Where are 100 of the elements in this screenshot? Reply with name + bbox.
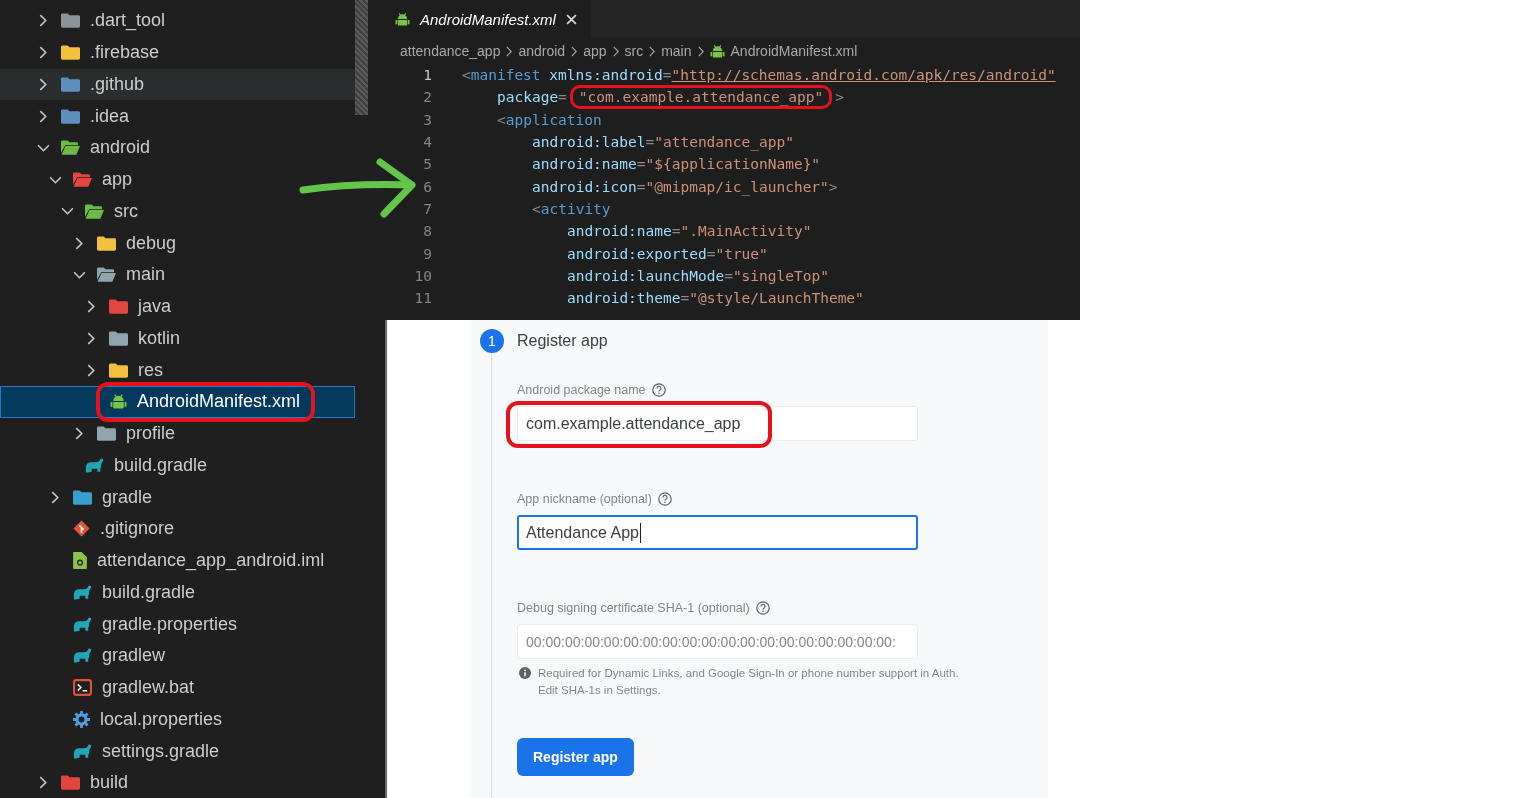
chevron-down-icon[interactable] <box>60 207 74 216</box>
line-number: 6 <box>422 178 432 195</box>
tree-item[interactable]: .github <box>0 68 355 101</box>
line-number: 11 <box>413 290 432 307</box>
tree-item[interactable]: java <box>0 290 355 323</box>
elephant-icon <box>85 457 104 473</box>
line-number: 7 <box>422 200 432 217</box>
code-text: android:name="${applicationName}" <box>532 156 821 173</box>
chevron-right-icon <box>612 45 619 57</box>
chevron-right-icon[interactable] <box>39 46 47 60</box>
tree-item[interactable]: src <box>0 195 355 228</box>
code-text: android:launchMode="singleTop" <box>567 267 829 284</box>
chevron-right-icon <box>697 45 704 57</box>
chevron-right-icon[interactable] <box>39 77 47 91</box>
tree-item[interactable]: .firebase <box>0 36 355 69</box>
elephant-icon <box>73 743 92 759</box>
chevron-right-icon[interactable] <box>75 236 83 250</box>
tree-item[interactable]: gradle.properties <box>0 608 355 640</box>
breadcrumb-item[interactable]: app <box>583 43 607 59</box>
register-app-button[interactable]: Register app <box>517 738 634 776</box>
tree-item[interactable]: .gitignore <box>0 513 355 545</box>
chevron-right-icon <box>506 45 513 57</box>
breadcrumb-item[interactable]: src <box>624 43 644 59</box>
help-icon[interactable] <box>651 382 666 397</box>
field-label: Android package name <box>517 382 646 397</box>
tree-item[interactable]: build.gradle <box>0 576 355 609</box>
field-label: Debug signing certificate SHA-1 (optional) <box>517 600 750 615</box>
hint-text: Edit SHA-1s in Settings. <box>538 683 662 698</box>
help-icon[interactable] <box>755 600 770 615</box>
step-title: Register app <box>517 332 608 350</box>
gear-icon <box>73 710 90 728</box>
line-number: 2 <box>422 89 432 106</box>
chevron-right-icon[interactable] <box>39 14 47 28</box>
tree-item[interactable]: build.gradle <box>0 449 355 482</box>
hint-text: Required for Dynamic Links, and Google Sign-In or phone number support in Auth. <box>538 666 959 681</box>
code-text: > <box>835 89 844 106</box>
android-icon <box>395 11 410 27</box>
tree-item[interactable]: profile <box>0 417 355 450</box>
chevron-down-icon[interactable] <box>72 270 86 279</box>
breadcrumb-item[interactable]: AndroidManifest.xml <box>709 43 858 59</box>
line-number: 10 <box>413 267 432 284</box>
code-text: <application <box>497 111 602 128</box>
chevron-right-icon[interactable] <box>39 109 47 123</box>
text-cursor-icon <box>640 522 641 543</box>
tree-item[interactable]: kotlin <box>0 322 355 355</box>
tree-item[interactable]: .idea <box>0 100 355 132</box>
line-number: 3 <box>422 111 432 128</box>
scrollbar-thumb[interactable] <box>355 0 368 115</box>
code-text: android:label="attendance_app" <box>532 134 794 151</box>
tree-item[interactable]: gradlew.bat <box>0 671 355 704</box>
chevron-right-icon[interactable] <box>39 776 47 790</box>
code-text: <activity <box>532 200 611 217</box>
document-icon <box>73 552 87 570</box>
chevron-right-icon[interactable] <box>51 490 59 504</box>
line-number: 4 <box>422 134 432 151</box>
tree-item[interactable]: android <box>0 132 355 164</box>
android-icon <box>709 43 725 59</box>
text-input-field[interactable]: Attendance App <box>517 515 918 550</box>
breadcrumb-item[interactable]: android <box>518 43 566 59</box>
tree-item[interactable]: build <box>0 767 355 798</box>
circled-code-text: "com.example.attendance_app" <box>569 85 833 110</box>
chevron-right-icon[interactable] <box>87 363 95 377</box>
chevron-right-icon[interactable] <box>87 331 95 345</box>
elephant-icon <box>73 584 92 600</box>
tree-item[interactable]: settings.gradle <box>0 735 355 767</box>
chevron-right-icon <box>649 45 656 57</box>
tree-item[interactable]: gradle <box>0 481 355 513</box>
chevron-right-icon[interactable] <box>75 427 83 441</box>
chevron-down-icon[interactable] <box>48 175 62 184</box>
chevron-right-icon[interactable] <box>87 300 95 314</box>
tree-item[interactable]: .dart_tool <box>0 5 355 37</box>
android-icon <box>110 393 127 411</box>
field-label: App nickname (optional) <box>517 491 652 506</box>
chevron-down-icon[interactable] <box>36 143 50 152</box>
text-input-field[interactable]: 00:00:00:00:00:00:00:00:00:00:00:00:00:00:00:00:00:00:00: <box>517 624 918 659</box>
terminal-icon <box>73 679 92 697</box>
tree-item[interactable]: app <box>0 163 355 196</box>
code-text: android:name=".MainActivity" <box>567 223 812 240</box>
code-text: <manifest xmlns:android="http://schemas.android.com/apk/res/android" <box>462 67 1056 84</box>
code-text: android:theme="@style/LaunchTheme" <box>567 290 864 307</box>
tree-item[interactable]: attendance_app_android.iml <box>0 544 355 577</box>
code-text: android:exported="true" <box>567 245 768 262</box>
line-number: 8 <box>422 223 432 240</box>
tree-item[interactable]: main <box>0 259 355 291</box>
tree-item[interactable]: gradlew <box>0 640 355 672</box>
breadcrumb-item[interactable]: main <box>661 43 692 59</box>
close-icon[interactable] <box>565 13 577 25</box>
editor-tab[interactable]: AndroidManifest.xml <box>385 0 591 38</box>
help-icon[interactable] <box>657 491 672 506</box>
tree-item[interactable]: local.properties <box>0 703 355 736</box>
diamond-icon <box>73 520 90 538</box>
step-badge: 1 <box>480 329 504 353</box>
elephant-icon <box>73 648 92 664</box>
line-number: 9 <box>422 245 432 262</box>
tree-item[interactable]: debug <box>0 227 355 259</box>
code-text: package= <box>497 89 567 106</box>
code-text: android:icon="@mipmap/ic_launcher"> <box>532 178 838 195</box>
breadcrumb-item[interactable]: attendance_app <box>400 43 501 59</box>
tree-item[interactable]: res <box>0 354 355 386</box>
line-number: 5 <box>422 156 432 173</box>
